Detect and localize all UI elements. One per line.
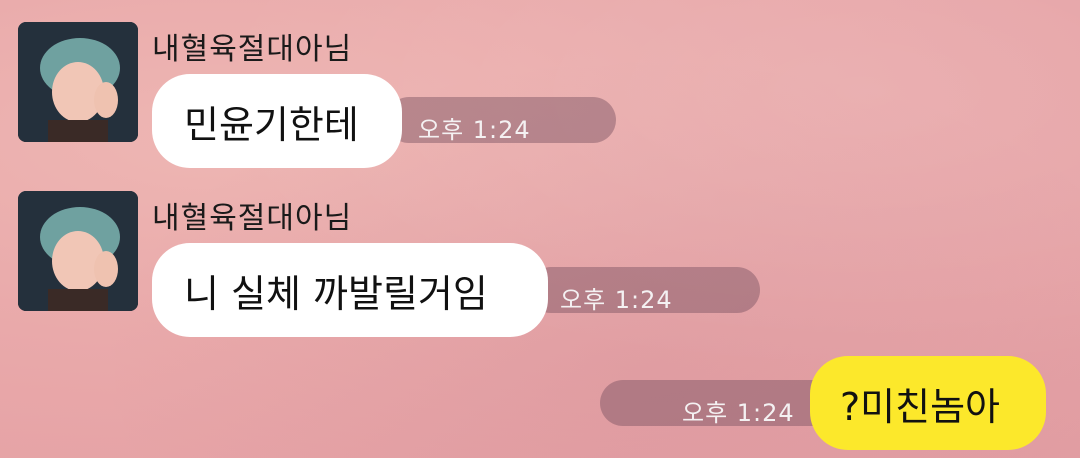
avatar[interactable] xyxy=(18,191,138,311)
profile-photo-icon xyxy=(18,22,138,142)
message-text: ?미친놈아 xyxy=(840,384,1001,429)
timestamp: 오후 1:24 xyxy=(418,116,531,144)
avatar[interactable] xyxy=(18,22,138,142)
timestamp: 오후 1:24 xyxy=(682,399,795,427)
sender-name: 내혈육절대아님 xyxy=(152,32,353,67)
message-text: 니 실체 까발릴거임 xyxy=(184,271,488,316)
timestamp: 오후 1:24 xyxy=(560,286,673,314)
message-text: 민윤기한테 xyxy=(184,102,359,147)
message-bubble[interactable]: ?미친놈아 xyxy=(810,356,1046,450)
message-bubble[interactable]: 민윤기한테 xyxy=(152,74,402,168)
sender-name: 내혈육절대아님 xyxy=(152,201,353,236)
profile-photo-icon xyxy=(18,191,138,311)
message-bubble[interactable]: 니 실체 까발릴거임 xyxy=(152,243,548,337)
